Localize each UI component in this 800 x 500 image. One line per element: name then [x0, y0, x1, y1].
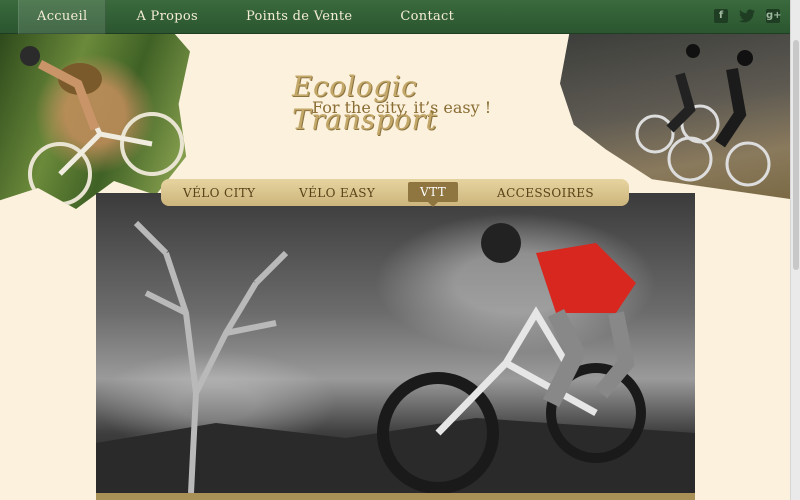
facebook-icon[interactable]: f — [714, 9, 728, 23]
nav-item-a-propos[interactable]: A Propos — [118, 0, 216, 34]
nav-item-accueil[interactable]: Accueil — [18, 0, 107, 34]
category-vtt[interactable]: VTT — [408, 182, 459, 207]
category-velo-city[interactable]: VÉLO CITY — [183, 186, 256, 200]
top-nav-bar: Accueil A Propos Points de Vente Contact… — [0, 0, 790, 34]
logo-tagline: For the city, it’s easy ! — [312, 98, 492, 117]
category-accessoires[interactable]: ACCESSOIRES — [497, 186, 594, 200]
nav-item-points-de-vente[interactable]: Points de Vente — [228, 0, 370, 34]
google-plus-icon[interactable]: g+ — [766, 9, 782, 23]
main-nav: Accueil A Propos Points de Vente Contact — [18, 0, 472, 34]
vertical-scrollbar[interactable] — [790, 0, 800, 500]
social-links: f g+ — [714, 9, 782, 23]
corner-photo-road-cyclists-right — [560, 34, 790, 199]
hero-bottom-bar — [96, 493, 695, 500]
category-velo-easy[interactable]: VÉLO EASY — [299, 186, 375, 200]
twitter-icon[interactable] — [738, 9, 756, 23]
scrollbar-thumb[interactable] — [793, 40, 799, 270]
site-logo[interactable]: Ecologic Transport For the city, it’s ea… — [292, 70, 522, 136]
nav-item-contact[interactable]: Contact — [382, 0, 472, 34]
hero-image-mountain-biker — [96, 193, 695, 493]
category-menu: VÉLO CITY VÉLO EASY VTT ACCESSOIRES — [161, 179, 629, 207]
